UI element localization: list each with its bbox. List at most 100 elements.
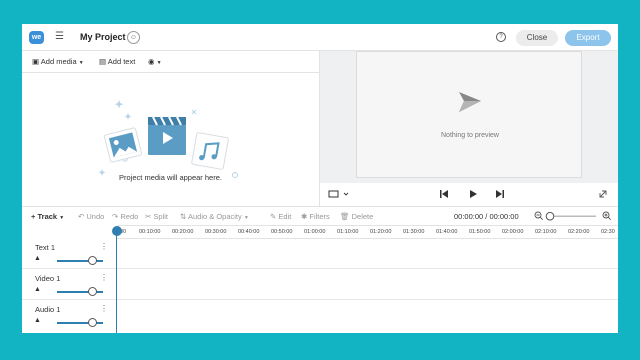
track-row[interactable]: Audio 1 ⋮ ▲ xyxy=(22,301,618,331)
collaborator-icon[interactable]: ☺ xyxy=(127,31,140,44)
trash-icon: 🗑 xyxy=(340,212,350,221)
track-row[interactable]: Text 1 ⋮ ▲ xyxy=(22,239,618,269)
record-icon: ◉ xyxy=(148,57,155,66)
project-title[interactable]: My Project xyxy=(80,32,126,42)
edit-button[interactable]: ✎ Edit xyxy=(270,212,291,222)
audio-opacity-label: Audio & Opacity xyxy=(187,212,242,221)
edit-label: Edit xyxy=(278,212,292,221)
track-row[interactable]: Video 1 ⋮ ▲ xyxy=(22,270,618,300)
volume-icon[interactable]: ▲ xyxy=(34,317,41,324)
track-header: Video 1 ⋮ ▲ xyxy=(22,270,117,300)
volume-slider-knob[interactable] xyxy=(88,318,97,327)
music-icon xyxy=(191,132,229,170)
ruler-tick: 01:50:00 xyxy=(469,229,491,235)
ruler-tick: 02:20:00 xyxy=(568,229,590,235)
plus-icon: + xyxy=(31,212,36,221)
filters-button[interactable]: ✱ Filters xyxy=(301,212,330,222)
redo-label: Redo xyxy=(120,212,139,221)
skip-forward-icon[interactable] xyxy=(496,190,504,198)
playhead-handle[interactable] xyxy=(112,226,122,236)
split-label: Split xyxy=(153,212,168,221)
chevron-down-icon: ▼ xyxy=(243,215,249,221)
editor-window: we ☰ My Project ☺ ? Close Export ▣ Add m… xyxy=(22,24,618,333)
chevron-down-icon: ▼ xyxy=(59,215,65,221)
scissors-icon: ✂ xyxy=(145,212,152,221)
media-empty-text: Project media will appear here. xyxy=(119,173,222,182)
preview-screen: Nothing to preview xyxy=(356,51,582,178)
track-name[interactable]: Audio 1 xyxy=(35,305,60,314)
preview-controls xyxy=(320,183,618,206)
media-toolbar: ▣ Add media ▼ ▤ Add text ◉ ▼ xyxy=(22,51,319,73)
volume-icon[interactable]: ▲ xyxy=(34,255,41,262)
more-vertical-icon[interactable]: ⋮ xyxy=(100,304,108,313)
add-text-button[interactable]: ▤ Add text xyxy=(99,57,135,67)
track-header: Audio 1 ⋮ ▲ xyxy=(22,301,117,331)
chevron-down-icon: ▼ xyxy=(78,60,84,66)
tracks-area: Text 1 ⋮ ▲ Video 1 ⋮ ▲ Audio 1 ⋮ ▲ xyxy=(22,239,618,333)
zoom-slider-knob[interactable] xyxy=(545,211,555,221)
volume-slider-knob[interactable] xyxy=(88,287,97,296)
audio-opacity-button[interactable]: ⇅ Audio & Opacity ▼ xyxy=(180,212,249,223)
top-bar: we ☰ My Project ☺ ? Close Export xyxy=(22,24,618,51)
undo-button[interactable]: ↶ Undo xyxy=(78,212,104,222)
timecode: 00:00:00 / 00:00:00 xyxy=(454,212,519,221)
ruler-tick: 00:20:00 xyxy=(172,229,194,235)
ruler-tick: 01:00:00 xyxy=(304,229,326,235)
track-name[interactable]: Text 1 xyxy=(35,243,55,252)
track-label: Track xyxy=(37,212,58,221)
undo-label: Undo xyxy=(86,212,105,221)
help-icon[interactable]: ? xyxy=(496,32,506,42)
timeline-ruler[interactable]: 00 00:10:00 00:20:00 00:30:00 00:40:00 0… xyxy=(117,225,618,239)
video-icon xyxy=(148,116,186,155)
delete-button[interactable]: 🗑 Delete xyxy=(340,212,373,222)
sliders-icon: ⇅ xyxy=(180,212,187,221)
app-logo[interactable]: we xyxy=(29,31,44,44)
paper-plane-icon xyxy=(459,92,481,112)
record-button[interactable]: ◉ ▼ xyxy=(148,57,162,68)
more-vertical-icon[interactable]: ⋮ xyxy=(100,273,108,282)
ruler-tick: 01:10:00 xyxy=(337,229,359,235)
export-button[interactable]: Export xyxy=(565,30,611,46)
volume-slider-knob[interactable] xyxy=(88,256,97,265)
track-name[interactable]: Video 1 xyxy=(35,274,60,283)
add-track-button[interactable]: + Track ▼ xyxy=(31,212,64,223)
fullscreen-icon[interactable] xyxy=(599,190,607,198)
add-media-label: Add media xyxy=(40,57,77,66)
ruler-tick: 00:10:00 xyxy=(139,229,161,235)
zoom-out-icon[interactable] xyxy=(534,211,544,221)
zoom-slider[interactable] xyxy=(548,215,596,218)
add-media-button[interactable]: ▣ Add media ▼ xyxy=(32,57,84,68)
media-placeholder-illustration xyxy=(98,100,238,178)
filters-label: Filters xyxy=(309,212,330,221)
ruler-tick: 00:40:00 xyxy=(238,229,260,235)
skip-back-icon[interactable] xyxy=(440,190,448,198)
ruler-tick: 02:10:00 xyxy=(535,229,557,235)
ruler-tick: 02:30 xyxy=(601,229,615,235)
zoom-in-icon[interactable] xyxy=(602,211,612,221)
more-vertical-icon[interactable]: ⋮ xyxy=(100,242,108,251)
media-panel xyxy=(22,73,319,205)
ruler-tick: 01:40:00 xyxy=(436,229,458,235)
volume-icon[interactable]: ▲ xyxy=(34,286,41,293)
timeline-toolbar: + Track ▼ ↶ Undo ↷ Redo ✂ Split ⇅ Audio … xyxy=(22,206,618,225)
play-icon[interactable] xyxy=(470,190,477,198)
split-button[interactable]: ✂ Split xyxy=(145,212,168,222)
preview-empty-text: Nothing to preview xyxy=(441,132,499,139)
ruler-tick: 00:50:00 xyxy=(271,229,293,235)
redo-icon: ↷ xyxy=(112,212,119,221)
add-text-label: Add text xyxy=(107,57,136,66)
aspect-ratio-icon[interactable] xyxy=(328,190,349,198)
ruler-tick: 02:00:00 xyxy=(502,229,524,235)
redo-button[interactable]: ↷ Redo xyxy=(112,212,138,222)
track-header: Text 1 ⋮ ▲ xyxy=(22,239,117,269)
filters-icon: ✱ xyxy=(301,212,308,221)
playhead-line[interactable] xyxy=(116,233,117,333)
close-button[interactable]: Close xyxy=(516,30,558,46)
photo-icon xyxy=(104,127,142,163)
zoom-controls xyxy=(534,211,612,221)
undo-icon: ↶ xyxy=(78,212,85,221)
menu-icon[interactable]: ☰ xyxy=(55,31,64,43)
ruler-tick: 01:30:00 xyxy=(403,229,425,235)
ruler-tick: 01:20:00 xyxy=(370,229,392,235)
delete-label: Delete xyxy=(351,212,374,221)
